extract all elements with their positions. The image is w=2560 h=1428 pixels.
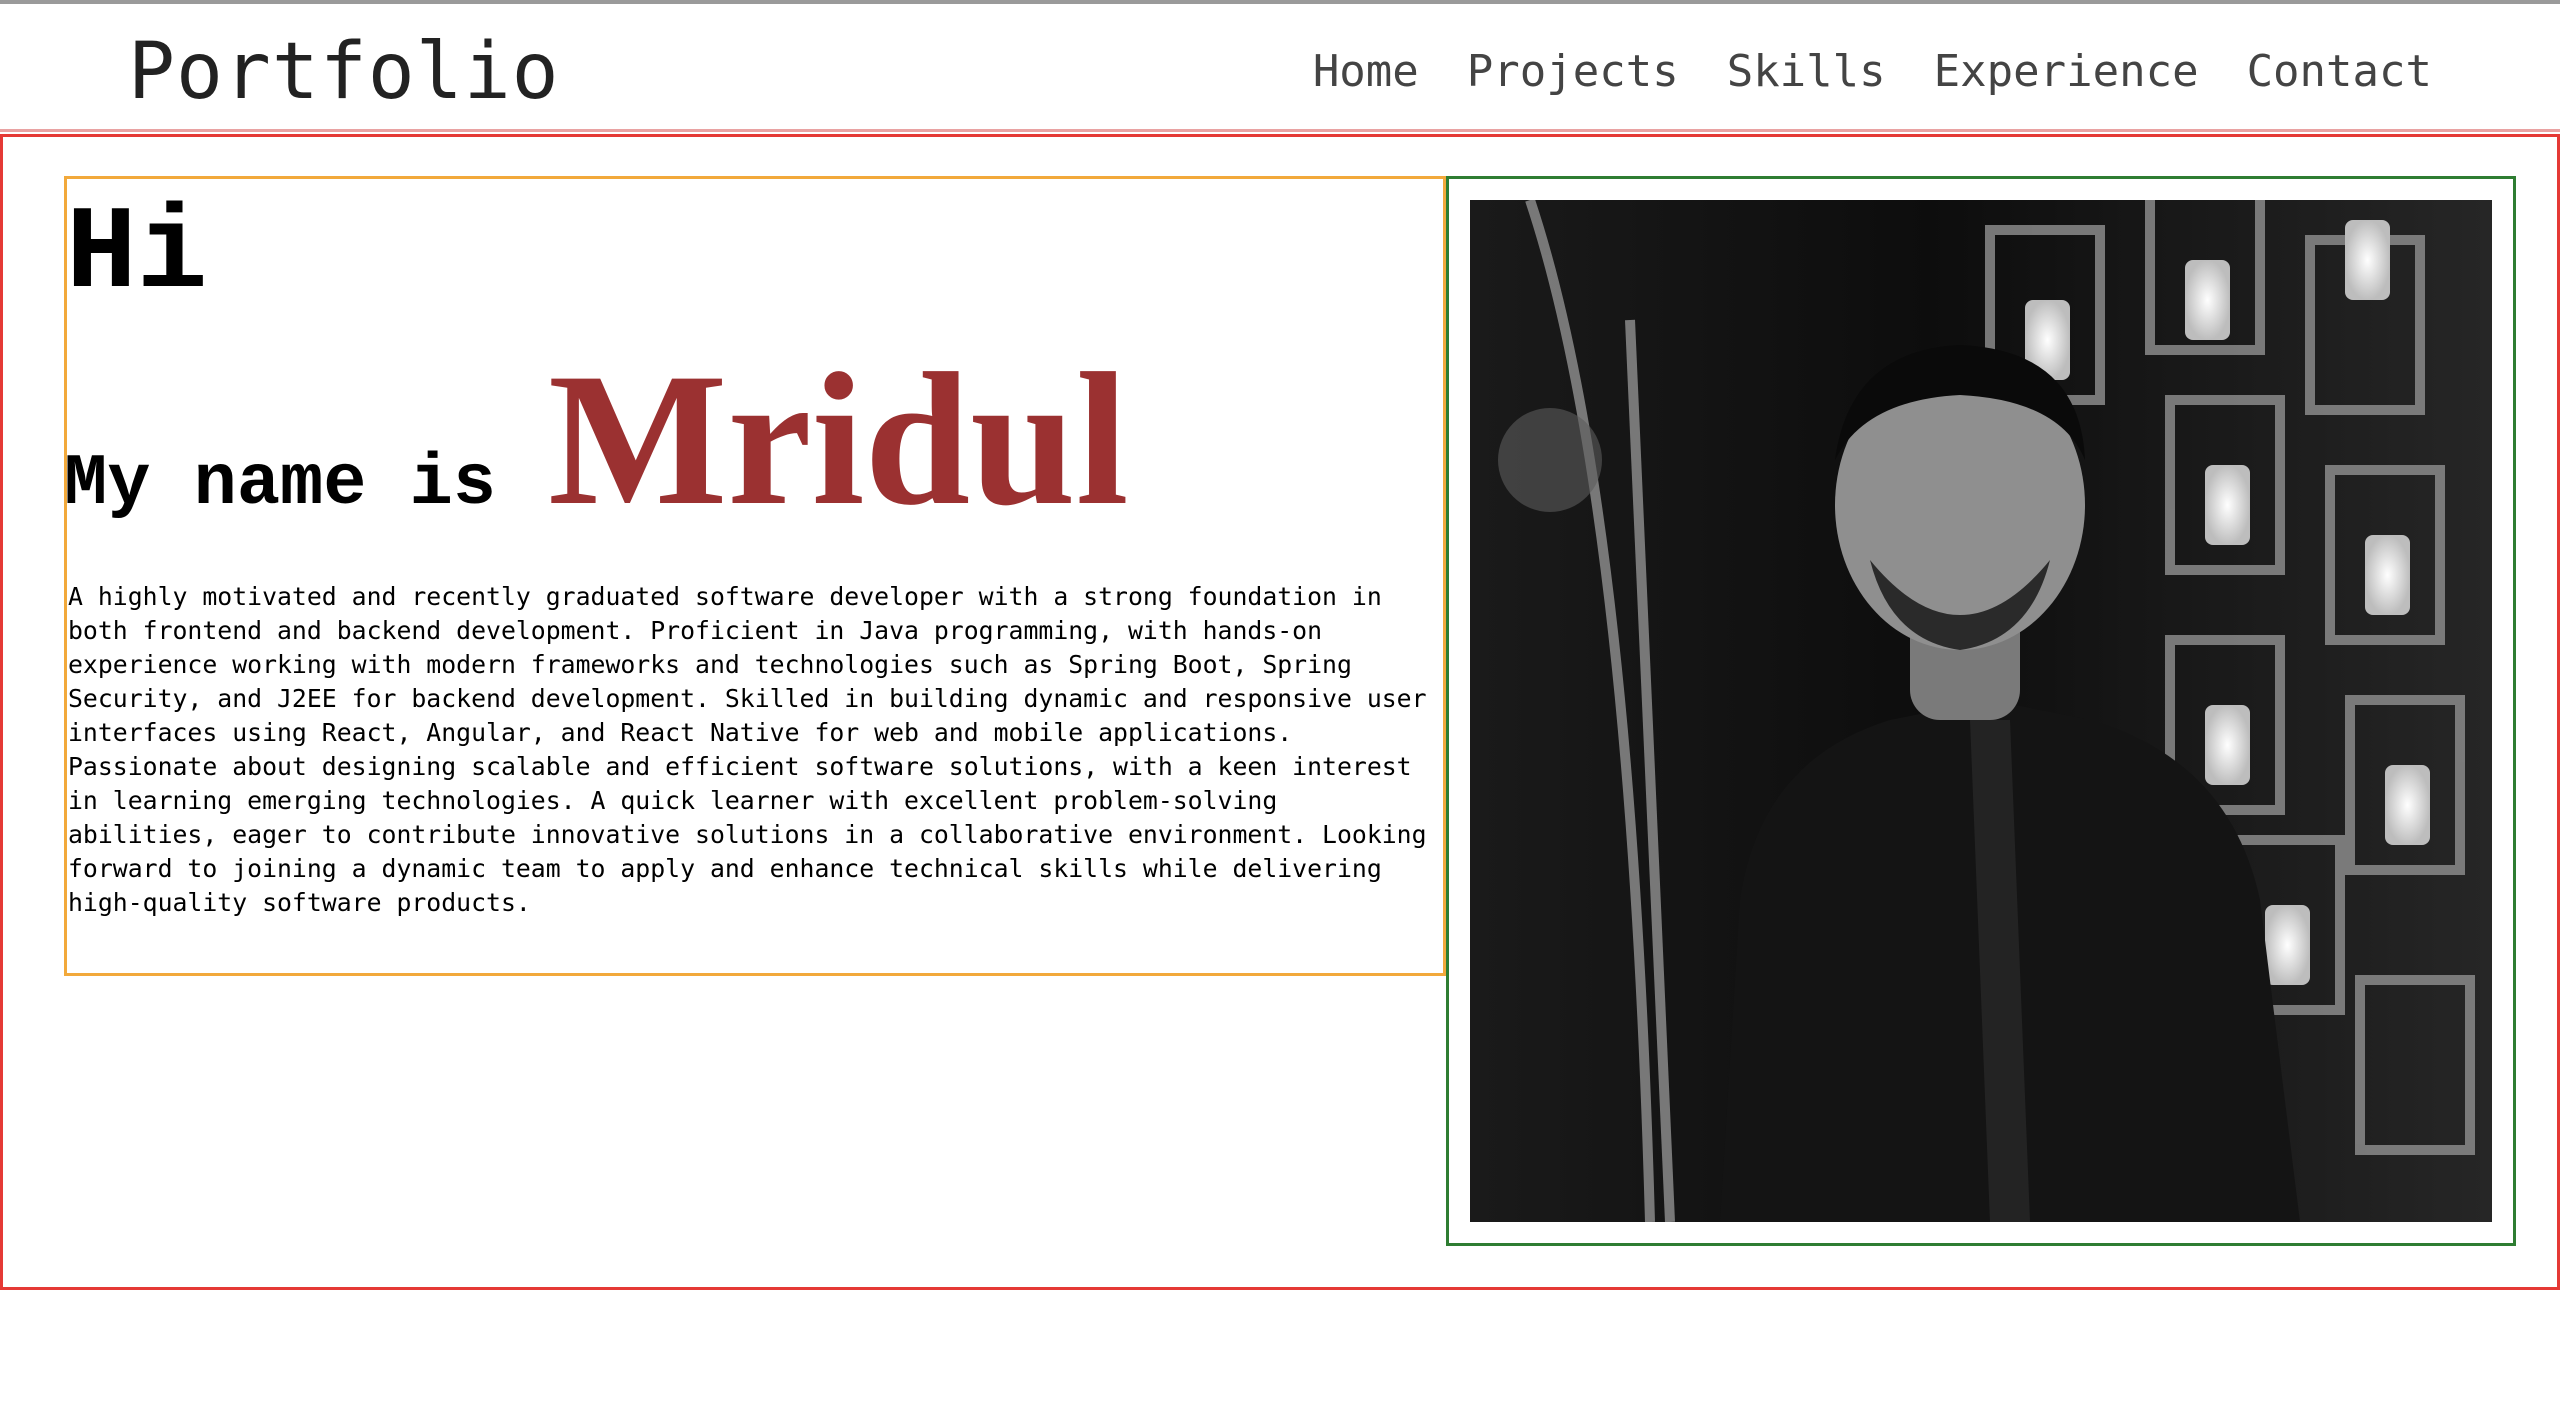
nav-item-home[interactable]: Home [1313, 40, 1419, 104]
brand-logo-text[interactable]: Portfolio [128, 22, 560, 122]
greeting-heading: Hi [66, 189, 208, 322]
name-heading: My name is Mridul [64, 335, 1129, 545]
nav-item-contact[interactable]: Contact [2247, 40, 2432, 104]
name-prefix-text: My name is [64, 443, 497, 525]
nav-item-projects[interactable]: Projects [1467, 40, 1679, 104]
site-header: Portfolio Home Projects Skills Experienc… [0, 4, 2560, 132]
nav-item-experience[interactable]: Experience [1934, 40, 2199, 104]
name-text: Mridul [548, 335, 1129, 545]
nav-item-skills[interactable]: Skills [1727, 40, 1886, 104]
main-nav: Home Projects Skills Experience Contact [1313, 40, 2432, 104]
bio-paragraph: A highly motivated and recently graduate… [68, 582, 1427, 917]
profile-photo [1470, 200, 2492, 1222]
profile-photo-placeholder [1470, 200, 2492, 1222]
